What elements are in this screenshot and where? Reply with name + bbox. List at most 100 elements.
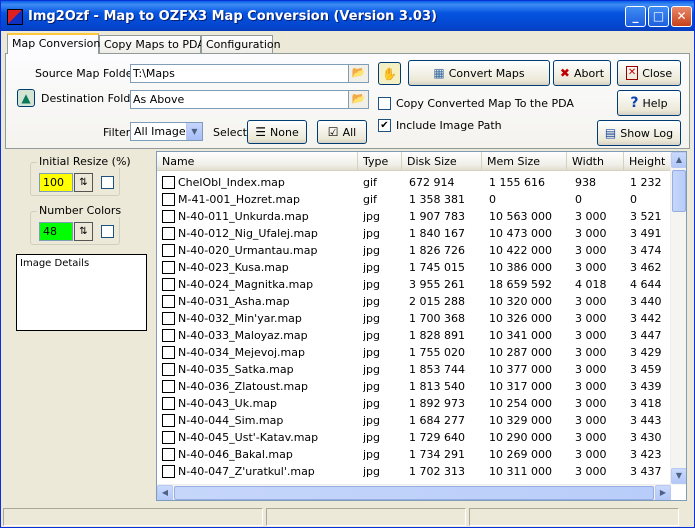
table-row[interactable]: N-40-020_Urmantau.map jpg 1 826 726 10 422 … (157, 242, 671, 259)
row-checkbox[interactable] (162, 414, 175, 427)
table-row[interactable]: N-40-035_Satka.map jpg 1 853 744 10 377 000… (157, 361, 671, 378)
cell-height: 3 491 (630, 227, 662, 240)
table-row[interactable]: N-40-045_Ust'-Katav.map jpg 1 729 640 10 29… (157, 429, 671, 446)
column-header-mem-size[interactable]: Mem Size (482, 152, 567, 171)
cell-mem-size: 10 473 000 (489, 227, 552, 240)
row-checkbox[interactable] (162, 261, 175, 274)
filter-select[interactable]: All Images ▼ (130, 122, 203, 141)
copy-to-pda-checkbox[interactable] (378, 97, 391, 110)
close-window-button[interactable]: ✕ (671, 6, 692, 27)
hand-icon: ✋ (382, 66, 397, 81)
table-row[interactable]: N-40-043_Uk.map jpg 1 892 973 10 254 000 3 0… (157, 395, 671, 412)
tab-copy-maps-to-pda[interactable]: Copy Maps to PDA (99, 35, 205, 54)
column-header-name[interactable]: Name (157, 152, 358, 171)
convert-maps-button[interactable]: ▦ Convert Maps (408, 60, 550, 86)
initial-resize-input[interactable]: 100 (39, 173, 73, 192)
table-row[interactable]: N-40-047_Z'uratkul'.map jpg 1 702 313 10 31… (157, 463, 671, 480)
table-row[interactable]: N-40-046_Bakal.map jpg 1 734 291 10 269 000… (157, 446, 671, 463)
row-checkbox[interactable] (162, 176, 175, 189)
table-row[interactable]: N-40-031_Asha.map jpg 2 015 288 10 320 000 3… (157, 293, 671, 310)
row-checkbox[interactable] (162, 397, 175, 410)
vertical-scrollbar[interactable]: ▲ ▼ (670, 152, 686, 485)
cell-name: N-40-024_Magnitka.map (178, 278, 314, 291)
table-row[interactable]: N-40-023_Kusa.map jpg 1 745 015 10 386 000 3… (157, 259, 671, 276)
browse-destination-button[interactable]: 📂 (348, 90, 369, 109)
cell-mem-size: 10 563 000 (489, 210, 552, 223)
source-folder-input[interactable]: T:\Maps (130, 64, 349, 83)
table-row[interactable]: N-40-036_Zlatoust.map jpg 1 813 540 10 317 … (157, 378, 671, 395)
number-colors-checkbox[interactable] (101, 225, 114, 238)
table-row[interactable]: N-40-044_Sim.map jpg 1 684 277 10 329 000 3 … (157, 412, 671, 429)
maximize-button[interactable]: □ (648, 6, 669, 27)
row-checkbox[interactable] (162, 329, 175, 342)
table-row[interactable]: N-40-034_Mejevoj.map jpg 1 755 020 10 287 0… (157, 344, 671, 361)
include-path-checkbox[interactable]: ✔ (378, 119, 391, 132)
row-checkbox[interactable] (162, 295, 175, 308)
cell-height: 4 644 (630, 278, 662, 291)
row-checkbox[interactable] (162, 346, 175, 359)
row-checkbox[interactable] (162, 465, 175, 478)
map-conversion-panel: Source Map Folder T:\Maps 📂 ▲ Destinatio… (5, 53, 690, 149)
abort-button[interactable]: ✖ Abort (553, 60, 611, 86)
minimize-button[interactable]: _ (625, 6, 646, 27)
table-row[interactable]: N-40-012_Nig_Ufalej.map jpg 1 840 167 10 47… (157, 225, 671, 242)
status-bar (1, 506, 694, 527)
cell-type: jpg (363, 346, 381, 359)
select-all-button[interactable]: ☑ All (317, 120, 367, 144)
cell-mem-size: 10 377 000 (489, 363, 552, 376)
cell-type: gif (363, 193, 377, 206)
cell-height: 3 521 (630, 210, 662, 223)
table-row[interactable]: ChelObl_Index.map gif 672 914 1 155 616 938 1… (157, 174, 671, 191)
cell-width: 3 000 (575, 329, 607, 342)
tab-configuration[interactable]: Configuration (201, 35, 281, 54)
scroll-down-button[interactable]: ▼ (671, 468, 686, 484)
cell-mem-size: 10 329 000 (489, 414, 552, 427)
row-checkbox[interactable] (162, 278, 175, 291)
cell-name: N-40-036_Zlatoust.map (178, 380, 308, 393)
tab-map-conversion[interactable]: Map Conversion (7, 33, 100, 54)
vertical-scroll-thumb[interactable] (672, 170, 686, 212)
column-header-disk-size[interactable]: Disk Size (402, 152, 482, 171)
cell-mem-size: 10 341 000 (489, 329, 552, 342)
cell-disk-size: 1 840 167 (409, 227, 465, 240)
row-checkbox[interactable] (162, 431, 175, 444)
number-colors-input[interactable]: 48 (39, 222, 73, 241)
settings-button[interactable]: ✋ (378, 62, 401, 85)
number-colors-spinner[interactable]: ⇅ (74, 222, 93, 241)
table-row[interactable]: N-40-032_Min'yar.map jpg 1 700 368 10 326 0… (157, 310, 671, 327)
scroll-up-button[interactable]: ▲ (671, 152, 686, 168)
initial-resize-checkbox[interactable] (101, 176, 114, 189)
column-header-type[interactable]: Type (358, 152, 402, 171)
destination-folder-input[interactable]: As Above (130, 90, 349, 109)
help-button[interactable]: ? Help (617, 90, 681, 116)
cell-disk-size: 1 358 381 (409, 193, 465, 206)
row-checkbox[interactable] (162, 210, 175, 223)
horizontal-scroll-thumb[interactable] (174, 486, 654, 500)
row-checkbox[interactable] (162, 193, 175, 206)
cell-disk-size: 1 826 726 (409, 244, 465, 257)
map-file-list[interactable]: Name Type Disk Size Mem Size Width Heigh… (156, 151, 687, 501)
scroll-left-button[interactable]: ◀ (157, 485, 173, 500)
column-header-height[interactable]: Height (624, 152, 674, 171)
row-checkbox[interactable] (162, 312, 175, 325)
row-checkbox[interactable] (162, 448, 175, 461)
table-row[interactable]: M-41-001_Hozret.map gif 1 358 381 0 0 0 (157, 191, 671, 208)
scroll-right-button[interactable]: ▶ (655, 485, 671, 500)
title-bar[interactable]: Img2Ozf - Map to OZFX3 Map Conversion (V… (1, 1, 694, 31)
table-row[interactable]: N-40-011_Unkurda.map jpg 1 907 783 10 563 0… (157, 208, 671, 225)
browse-source-button[interactable]: 📂 (348, 64, 369, 83)
cell-width: 3 000 (575, 244, 607, 257)
horizontal-scrollbar[interactable]: ◀ ▶ (157, 484, 671, 500)
column-header-width[interactable]: Width (567, 152, 624, 171)
initial-resize-spinner[interactable]: ⇅ (74, 173, 93, 192)
row-checkbox[interactable] (162, 380, 175, 393)
table-row[interactable]: N-40-024_Magnitka.map jpg 3 955 261 18 659 … (157, 276, 671, 293)
row-checkbox[interactable] (162, 227, 175, 240)
close-button[interactable]: ✕ Close (617, 60, 681, 86)
table-row[interactable]: N-40-033_Maloyaz.map jpg 1 828 891 10 341 0… (157, 327, 671, 344)
row-checkbox[interactable] (162, 244, 175, 257)
up-folder-button[interactable]: ▲ (17, 89, 35, 107)
select-none-button[interactable]: ☰ None (247, 120, 307, 144)
show-log-button[interactable]: ▤ Show Log (597, 120, 681, 146)
row-checkbox[interactable] (162, 363, 175, 376)
